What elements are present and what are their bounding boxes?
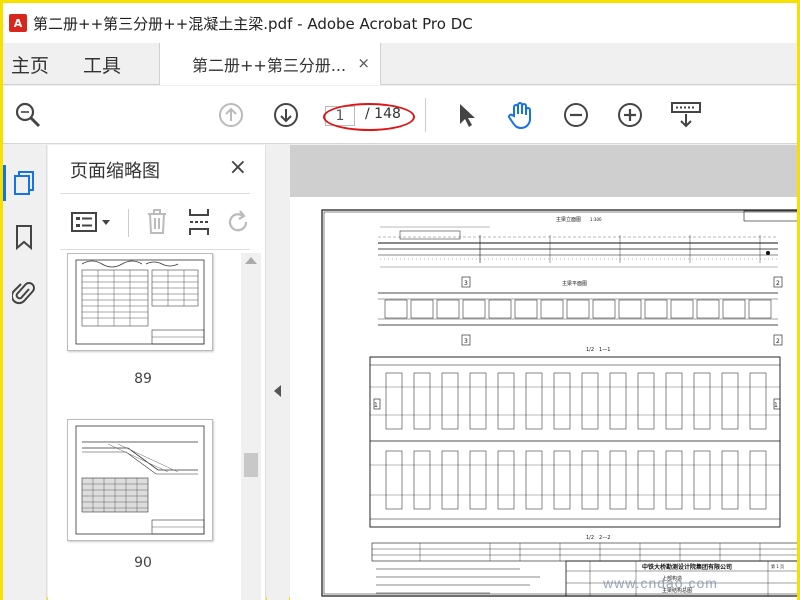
thumbnail-label: 89 [134,371,152,387]
page-thumbnails-icon[interactable] [9,167,39,199]
drawing-scale-top: 1:300 [590,217,602,222]
bookmark-icon[interactable] [9,221,39,253]
search-icon[interactable] [13,100,43,130]
title-bar: A 第二册++第三分册++混凝土主梁.pdf - Adobe Acrobat P… [3,3,797,43]
document-gutter [290,145,797,197]
thumbnails-panel: 页面缩略图 × 89 90 [48,145,266,600]
panel-close-icon[interactable]: × [229,155,247,180]
drawing-title-top: 主梁立面图 [556,216,581,223]
tab-document-label: 第二册++第三分册... [192,56,347,75]
tab-tools[interactable]: 工具 [83,51,121,78]
thumbnail-label: 90 [134,555,152,571]
drawing-section-title: 主梁平面图 [562,280,587,287]
insert-page-icon[interactable] [186,207,212,237]
tab-home[interactable]: 主页 [11,51,49,78]
cursor-arrow-icon[interactable] [451,100,481,130]
panel-toolbar [48,201,266,245]
rotate-page-icon[interactable] [226,207,252,237]
page-number-input[interactable]: 1 [325,106,355,126]
panel-divider-2 [60,249,250,250]
page-total: / 148 [365,106,401,122]
section-mark: 3 [464,280,468,287]
section-label-a: 1/2 1—1 [586,347,610,353]
scroll-up-icon[interactable] [245,257,257,264]
toolbar: 1 / 148 [3,86,797,144]
keyboard-scroll-icon[interactable] [669,100,703,130]
tab-close-icon[interactable]: × [357,54,370,72]
left-rail [3,145,47,600]
options-menu-icon[interactable] [70,207,116,237]
toolbar-divider [425,98,426,132]
thumbnail-list: 89 90 [48,253,244,600]
sheet-number: 第 1 页 [771,563,784,569]
section-label-b: 1/2 2—2 [586,535,610,541]
panel-divider [60,193,250,194]
document-view[interactable]: 主梁立面图 1:300 主梁平面图 3 3 2 2 1/2 1—1 1 1 1/… [290,145,797,600]
scrollbar-thumb[interactable] [244,453,258,477]
thumbnail-page-89[interactable] [67,253,213,351]
section-mark: 1 [374,402,378,409]
zoom-out-icon[interactable] [561,100,591,130]
thumbnail-page-90[interactable] [67,419,213,541]
tab-bar: 主页 工具 第二册++第三分册... × [3,43,797,85]
chevron-left-icon[interactable] [274,385,281,397]
window-title: 第二册++第三分册++混凝土主梁.pdf - Adobe Acrobat Pro… [33,14,473,33]
section-mark: 1 [774,402,778,409]
acrobat-logo-icon: A [9,14,27,32]
company-name: 中铁大桥勘测设计院集团有限公司 [642,563,732,571]
watermark-text: www.cndao.com [603,575,718,591]
attachment-icon[interactable] [9,277,39,309]
section-mark: 2 [776,338,780,345]
hand-icon[interactable] [505,100,535,130]
delete-page-icon[interactable] [144,207,170,237]
panel-title: 页面缩略图 [70,161,160,182]
pdf-page[interactable]: 主梁立面图 1:300 主梁平面图 3 3 2 2 1/2 1—1 1 1 1/… [290,197,797,600]
zoom-in-icon[interactable] [615,100,645,130]
arrow-up-circle-icon[interactable] [216,100,246,130]
panel-tool-divider [128,209,129,237]
panel-collapse-strip[interactable] [267,145,289,600]
section-mark: 2 [776,280,780,287]
arrow-down-circle-icon[interactable] [271,100,301,130]
section-mark: 3 [464,338,468,345]
tab-document[interactable]: 第二册++第三分册... × [159,43,381,85]
rail-active-indicator [3,165,6,201]
thumbnail-scrollbar[interactable] [241,253,261,600]
